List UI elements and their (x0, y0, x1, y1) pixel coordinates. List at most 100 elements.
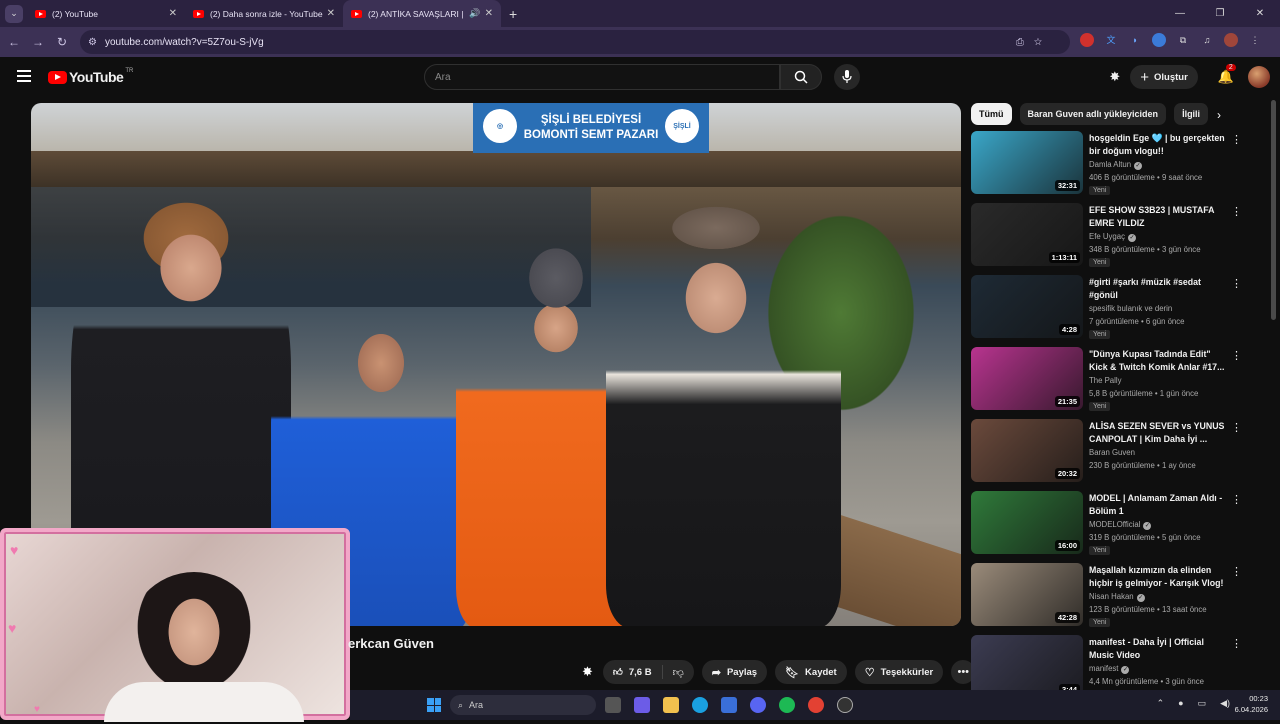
back-icon[interactable]: ← (2, 35, 26, 49)
copilot-icon[interactable] (634, 697, 650, 713)
media-icon[interactable]: ♫ (1200, 33, 1214, 47)
scrollbar[interactable] (1271, 100, 1276, 320)
rec-channel[interactable]: MODELOfficial ✓ (1089, 520, 1152, 530)
discord-icon[interactable] (750, 697, 766, 713)
rec-title[interactable]: manifest - Daha İyi | Official Music Vid… (1089, 636, 1229, 661)
chip-uploader[interactable]: Baran Guven adlı yükleyiciden (1019, 103, 1167, 125)
rec-channel[interactable]: Efe Uygaç ✓ (1089, 232, 1136, 242)
thumbnail[interactable]: 3:44 (971, 635, 1083, 698)
rec-title[interactable]: ALİSA SEZEN SEVER vs YUNUS CANPOLAT | Ki… (1089, 420, 1229, 445)
extension-icon[interactable] (1152, 33, 1166, 47)
extension-icon[interactable] (1080, 33, 1094, 47)
thumbnail[interactable]: 32:31 (971, 131, 1083, 194)
thumbnail[interactable]: 42:28 (971, 563, 1083, 626)
rec-menu-icon[interactable]: ⋮ (1231, 493, 1242, 506)
ask-ai-icon[interactable]: ✸ (582, 664, 593, 680)
list-item[interactable]: 21:35 "Dünya Kupası Tadında Edit" Kick &… (971, 347, 1246, 419)
browser-tab-active[interactable]: (2) ANTİKA SAVAŞLARI | Ba 🔊 ✕ (343, 0, 501, 27)
menu-dots-icon[interactable]: ⋮ (1248, 33, 1262, 47)
save-button[interactable]: 🔖︎ Kaydet (775, 660, 847, 684)
rec-channel[interactable]: Nisan Hakan ✓ (1089, 592, 1145, 602)
rec-title[interactable]: Maşallah kızımızın da elinden hiçbir iş … (1089, 564, 1229, 589)
rec-title[interactable]: "Dünya Kupası Tadında Edit" Kick & Twitc… (1089, 348, 1229, 373)
close-tab-icon[interactable]: ✕ (169, 8, 177, 19)
thumbnail[interactable]: 16:00 (971, 491, 1083, 554)
new-tab-icon[interactable]: + (509, 6, 517, 22)
windows-start-icon[interactable] (427, 698, 441, 712)
minimize-icon[interactable]: — (1160, 8, 1200, 19)
taskbar-search[interactable]: ⌕ Ara (450, 695, 596, 715)
browser-tab[interactable]: (2) Daha sonra izle - YouTube ✕ (185, 0, 343, 27)
store-icon[interactable] (721, 697, 737, 713)
studio-icon[interactable]: ✸ (1109, 69, 1120, 85)
rec-title[interactable]: hoşgeldin Ege 🩵 | bu gerçekten bir doğum… (1089, 132, 1229, 157)
chip-all[interactable]: Tümü (971, 103, 1012, 125)
thumbnail[interactable]: 20:32 (971, 419, 1083, 482)
profile-icon[interactable] (1224, 33, 1238, 47)
reload-icon[interactable]: ↻ (50, 35, 74, 49)
voice-search-button[interactable] (834, 64, 860, 90)
chip-related[interactable]: İlgili (1174, 103, 1209, 125)
tab-search-icon[interactable]: ⌄ (5, 4, 23, 23)
avatar[interactable] (1248, 66, 1270, 88)
search-input[interactable]: Ara (424, 64, 780, 90)
rec-title[interactable]: EFE SHOW S3B23 | MUSTAFA EMRE YILDIZ (1089, 204, 1229, 229)
rec-menu-icon[interactable]: ⋮ (1231, 421, 1242, 434)
app-icon[interactable] (837, 697, 853, 713)
rec-channel[interactable]: The Pally (1089, 376, 1122, 385)
rec-menu-icon[interactable]: ⋮ (1231, 349, 1242, 362)
volume-icon[interactable]: ◀) (1220, 698, 1230, 709)
list-item[interactable]: 42:28 Maşallah kızımızın da elinden hiçb… (971, 563, 1246, 635)
rec-channel[interactable]: Damla Altun ✓ (1089, 160, 1143, 170)
create-button[interactable]: + Oluştur (1130, 65, 1198, 89)
translate-icon[interactable]: 文 (1104, 33, 1118, 47)
site-info-icon[interactable]: ⚙ (88, 37, 97, 48)
notifications-button[interactable]: 🔔 2 (1218, 64, 1236, 85)
rec-menu-icon[interactable]: ⋮ (1231, 133, 1242, 146)
rec-menu-icon[interactable]: ⋮ (1231, 277, 1242, 290)
edge-icon[interactable] (692, 697, 708, 713)
clock[interactable]: 00:23 6.04.2026 (1235, 693, 1268, 715)
url-bar[interactable]: ⚙ youtube.com/watch?v=5Z7ou-S-jVg ⎙☆ (80, 30, 1070, 54)
rec-title[interactable]: MODEL | Anlamam Zaman Aldı - Bölüm 1 (1089, 492, 1229, 517)
thumbnail[interactable]: 4:28 (971, 275, 1083, 338)
rec-channel[interactable]: Baran Guven (1089, 448, 1135, 457)
rec-channel[interactable]: spesifik bulanık ve derin (1089, 304, 1172, 313)
chevron-up-icon[interactable]: ⌃ (1157, 698, 1165, 709)
spotify-icon[interactable] (779, 697, 795, 713)
thumbnail[interactable]: 21:35 (971, 347, 1083, 410)
dislike-button[interactable]: 👎︎ (663, 666, 694, 679)
chrome-icon[interactable] (808, 697, 824, 713)
rec-title[interactable]: #girti #şarkı #müzik #sedat #gönül (1089, 276, 1229, 301)
list-item[interactable]: 4:28 #girti #şarkı #müzik #sedat #gönül … (971, 275, 1246, 347)
chevron-right-icon[interactable]: › (1217, 108, 1221, 122)
file-explorer-icon[interactable] (663, 697, 679, 713)
rec-channel[interactable]: manifest ✓ (1089, 664, 1130, 674)
rec-menu-icon[interactable]: ⋮ (1231, 637, 1242, 650)
like-button[interactable]: 👍︎ 7,6 B (603, 665, 663, 679)
thumbnail[interactable]: 1:13:11 (971, 203, 1083, 266)
rec-menu-icon[interactable]: ⋮ (1231, 205, 1242, 218)
mic-tray-icon[interactable]: ● (1178, 698, 1183, 709)
list-item[interactable]: 32:31 hoşgeldin Ege 🩵 | bu gerçekten bir… (971, 131, 1246, 203)
bookmark-star-icon[interactable]: ⎙☆ (1016, 37, 1052, 48)
restore-icon[interactable]: ❐ (1200, 8, 1240, 19)
forward-icon[interactable]: → (26, 35, 50, 49)
search-button[interactable] (780, 64, 822, 90)
extension-icon[interactable]: ◗ (1128, 33, 1142, 47)
speaker-icon[interactable]: 🔊 (469, 8, 480, 19)
close-tab-icon[interactable]: ✕ (485, 8, 493, 19)
share-button[interactable]: ➦ Paylaş (701, 660, 768, 684)
hamburger-menu-icon[interactable] (17, 70, 31, 82)
network-icon[interactable]: ▭ (1198, 698, 1207, 709)
task-view-icon[interactable] (605, 697, 621, 713)
youtube-logo[interactable]: YouTube TR (48, 68, 133, 85)
close-tab-icon[interactable]: ✕ (327, 8, 335, 19)
browser-tab[interactable]: (2) YouTube ✕ (27, 0, 185, 27)
thanks-button[interactable]: ♡ Teşekkürler (854, 660, 944, 684)
puzzle-icon[interactable]: ⧉ (1176, 33, 1190, 47)
close-window-icon[interactable]: ✕ (1240, 8, 1280, 19)
list-item[interactable]: 20:32 ALİSA SEZEN SEVER vs YUNUS CANPOLA… (971, 419, 1246, 491)
list-item[interactable]: 16:00 MODEL | Anlamam Zaman Aldı - Bölüm… (971, 491, 1246, 563)
rec-menu-icon[interactable]: ⋮ (1231, 565, 1242, 578)
